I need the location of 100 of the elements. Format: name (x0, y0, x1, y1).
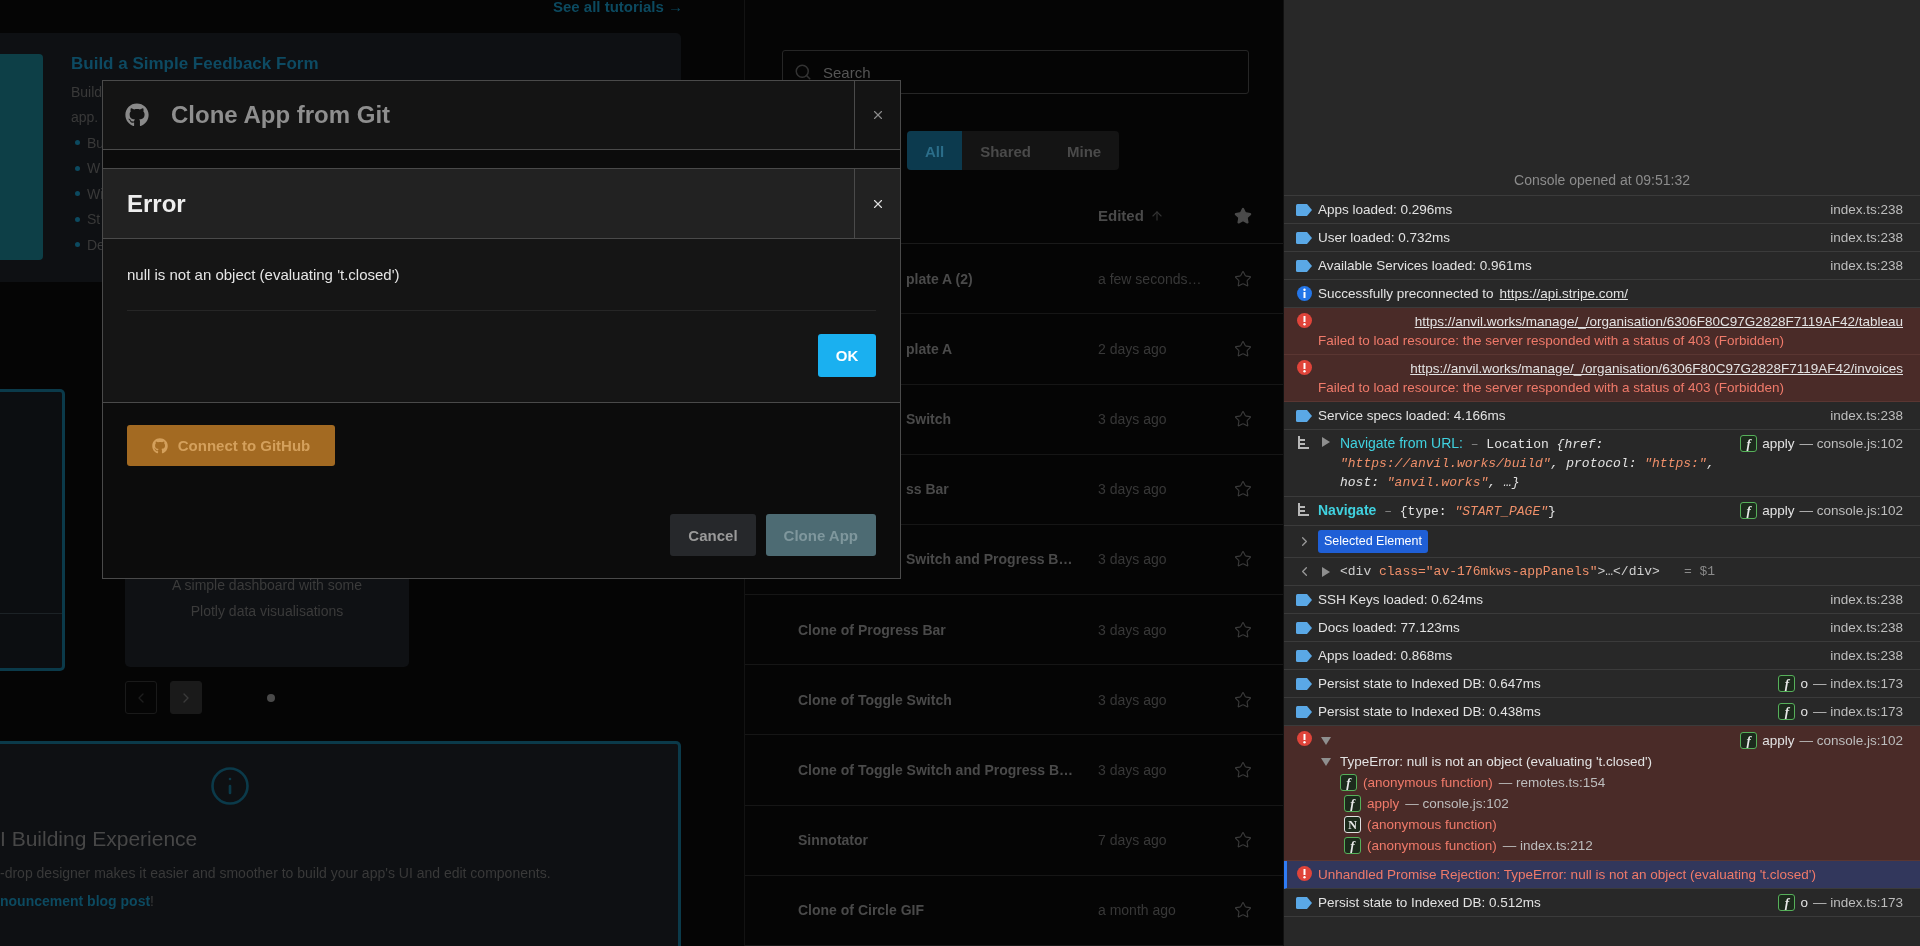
github-icon (151, 437, 168, 454)
star-icon[interactable] (1234, 480, 1252, 499)
bullet-icon (75, 191, 80, 197)
selected-element-badge: Selected Element (1318, 530, 1428, 553)
source-link[interactable]: — index.ts:173 (1812, 893, 1903, 912)
function-name: apply (1762, 502, 1795, 520)
app-name: ss Bar (906, 481, 949, 498)
log-message: Apps loaded: 0.296ms (1318, 201, 1454, 219)
function-badge: f (1778, 675, 1796, 692)
function-name: o (1800, 675, 1808, 693)
log-message: Apps loaded: 0.868ms (1318, 647, 1454, 665)
app-name: Clone of Circle GIF (798, 902, 924, 919)
github-icon (125, 103, 149, 127)
app-name: Switch (906, 411, 952, 428)
source-link[interactable]: index.ts:238 (1830, 256, 1903, 275)
function-name: apply (1367, 795, 1400, 813)
error-message: TypeError: null is not an object (evaluating 't.closed') (1340, 753, 1653, 771)
star-icon[interactable] (1234, 269, 1252, 288)
function-name: (anonymous function) (1367, 816, 1497, 834)
element-node[interactable]: <div class="av-176mkws-appPanels">…</div> (1340, 562, 1660, 581)
star-icon[interactable] (1234, 831, 1252, 850)
source-link[interactable]: — index.ts:173 (1812, 702, 1903, 721)
dialog-button[interactable]: Cancel (670, 514, 756, 556)
function-badge: N (1344, 816, 1361, 833)
log-group-message: Navigate – {type: "START_PAGE"} (1318, 501, 1557, 521)
star-icon[interactable] (1234, 620, 1252, 639)
star-icon[interactable] (1234, 410, 1252, 429)
url-link[interactable]: https://api.stripe.com/ (1499, 284, 1628, 303)
star-icon[interactable] (1234, 206, 1252, 225)
template-card[interactable] (0, 389, 65, 671)
error-icon (1296, 359, 1312, 375)
search-icon (794, 63, 812, 81)
source-link[interactable]: index.ts:238 (1830, 618, 1903, 637)
source-link[interactable]: index.ts:238 (1830, 228, 1903, 247)
label-tag-icon (1296, 257, 1312, 274)
log-message: Docs loaded: 77.123ms (1318, 619, 1461, 637)
label-tag-icon (1296, 894, 1312, 911)
log-group-icon (1296, 434, 1312, 450)
error-icon (1296, 865, 1312, 881)
url-link[interactable]: https://anvil.works/manage/_/organisation/6306F80C97G2828F7119AF42/tableau (1414, 312, 1903, 331)
error-message: null is not an object (evaluating 't.closed') (127, 266, 876, 311)
source-link[interactable]: — index.ts:212 (1502, 836, 1593, 855)
function-name: apply (1762, 435, 1795, 453)
bullet-icon (75, 242, 80, 248)
carousel-dot[interactable] (267, 693, 275, 702)
function-badge: f (1778, 894, 1796, 911)
star-icon[interactable] (1234, 901, 1252, 920)
function-badge: f (1740, 732, 1758, 749)
star-icon[interactable] (1234, 339, 1252, 358)
app-name: Clone of Progress Bar (798, 621, 946, 638)
bullet-icon (75, 165, 80, 171)
bullet-icon (75, 216, 80, 222)
console-opened-text: Console opened at 09:51:32 (1514, 172, 1690, 188)
punctuation-text: ! (150, 893, 154, 909)
dialog-title: Clone App from Git (171, 101, 391, 129)
source-link[interactable]: — console.js:102 (1799, 434, 1903, 453)
source-link[interactable]: — console.js:102 (1799, 731, 1903, 750)
app-name: Clone of Toggle Switch (798, 691, 952, 708)
source-link[interactable]: — console.js:102 (1405, 794, 1509, 813)
app-name: Clone of Toggle Switch and Progress B… (798, 762, 1074, 779)
function-name: o (1800, 894, 1808, 912)
label-tag-icon (1296, 591, 1312, 608)
log-message: Persist state to Indexed DB: 0.647ms (1318, 675, 1542, 693)
app-name: Sinnotator (798, 832, 868, 849)
function-badge: f (1740, 502, 1758, 519)
star-icon[interactable] (1234, 550, 1252, 569)
source-link[interactable]: index.ts:238 (1830, 590, 1903, 609)
source-link[interactable]: — console.js:102 (1799, 501, 1903, 520)
error-message: Unhandled Promise Rejection: TypeError: null is not an object (evaluating 't.closed') (1318, 866, 1816, 884)
log-message: Successfully preconnected to (1318, 285, 1494, 303)
next-button[interactable] (170, 681, 202, 714)
info-icon (1296, 285, 1312, 302)
log-message: Available Services loaded: 0.961ms (1318, 257, 1533, 275)
url-link[interactable]: https://anvil.works/manage/_/organisation/6306F80C97G2828F7119AF42/invoices (1410, 359, 1903, 378)
label-tag-icon (1296, 229, 1312, 246)
function-name: o (1800, 703, 1808, 721)
star-icon[interactable] (1234, 761, 1252, 780)
log-message: Persist state to Indexed DB: 0.512ms (1318, 894, 1542, 912)
source-link[interactable]: — index.ts:173 (1812, 674, 1903, 693)
function-badge: f (1740, 435, 1758, 452)
source-link[interactable]: index.ts:238 (1830, 406, 1903, 425)
function-name: apply (1762, 732, 1795, 750)
app-name: plate A (2) (906, 270, 973, 287)
error-message: Failed to load resource: the server responded with a status of 403 (Forbidden) (1318, 379, 1785, 397)
source-link[interactable]: — remotes.ts:154 (1498, 773, 1606, 792)
info-icon (209, 765, 251, 807)
star-icon[interactable] (1234, 690, 1252, 709)
label-tag-icon (1296, 647, 1312, 664)
info-title: I Building Experience (0, 827, 199, 851)
dialog-title: Error (126, 189, 186, 218)
search-field[interactable]: Search (782, 50, 1249, 94)
log-group-message: Navigate from URL: – Location {href: "https://anvil.works/build", protocol: "https:", host: "anvil.works", …} (1340, 434, 1716, 492)
log-message: User loaded: 0.732ms (1318, 229, 1452, 247)
label-tag-icon (1296, 675, 1312, 692)
source-link[interactable]: index.ts:238 (1830, 646, 1903, 665)
log-message: Service specs loaded: 4.166ms (1318, 407, 1507, 425)
error-icon (1296, 312, 1312, 328)
label-tag-icon (1296, 407, 1312, 424)
source-link[interactable]: index.ts:238 (1830, 200, 1903, 219)
error-icon (1296, 730, 1312, 746)
